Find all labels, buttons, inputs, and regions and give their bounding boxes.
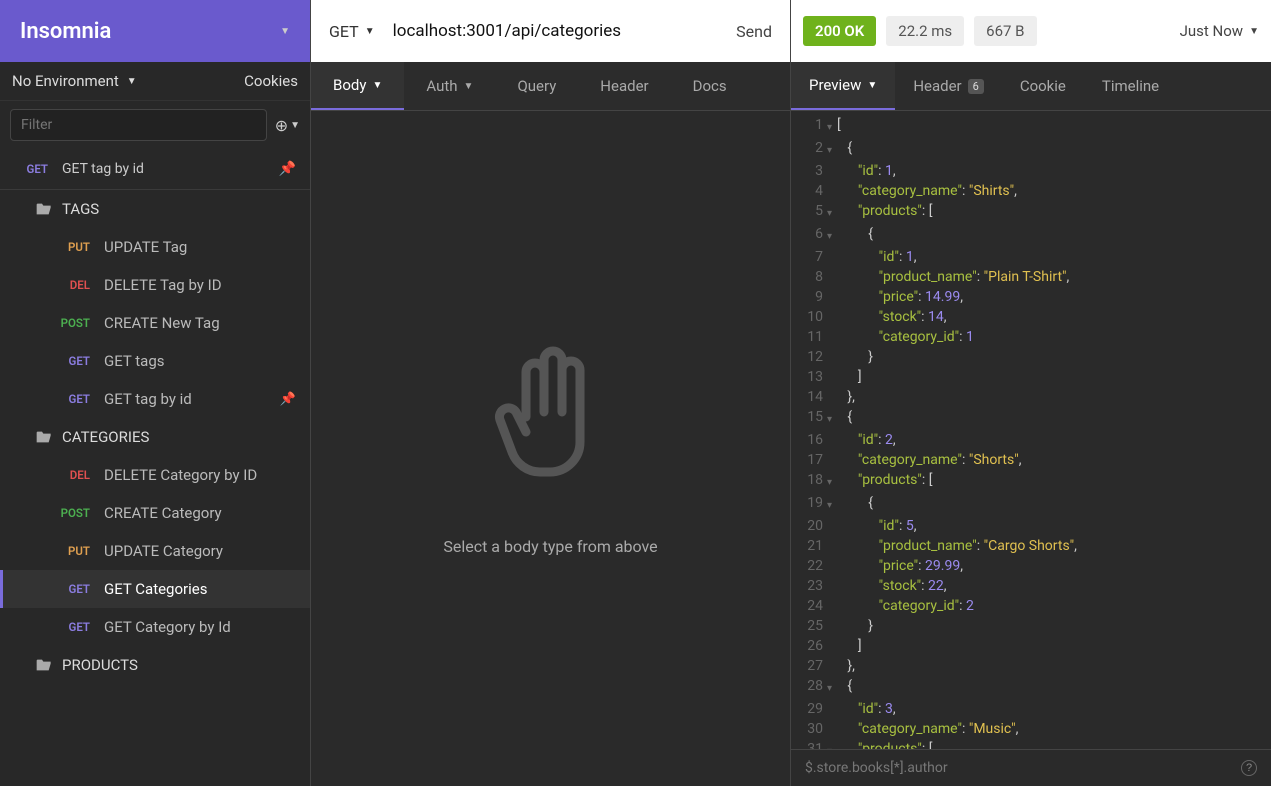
- new-request-button[interactable]: ⊕ ▼: [275, 116, 300, 135]
- caret-down-icon: ▼: [1249, 26, 1259, 37]
- folder-open-icon: [36, 430, 52, 444]
- body-placeholder-text: Select a body type from above: [443, 537, 657, 556]
- tab-resp-header[interactable]: Header6: [895, 62, 1002, 110]
- folder-tags[interactable]: TAGS: [0, 190, 310, 228]
- method-label: PUT: [56, 240, 90, 254]
- method-label: GET: [56, 354, 90, 368]
- method-label: DEL: [56, 278, 90, 292]
- request-panel: GET ▼ localhost:3001/api/categories Send…: [310, 0, 790, 786]
- method-label: GET: [329, 22, 359, 41]
- method-label: GET: [14, 162, 48, 176]
- environment-label: No Environment: [12, 72, 119, 90]
- request-name: UPDATE Tag: [104, 238, 187, 256]
- sidebar: Insomnia ▼ No Environment ▼ Cookies ⊕ ▼ …: [0, 0, 310, 786]
- hand-icon: [491, 342, 611, 507]
- tab-cookie[interactable]: Cookie: [1002, 62, 1084, 110]
- request-item[interactable]: POST CREATE New Tag: [0, 304, 310, 342]
- jsonpath-input[interactable]: $.store.books[*].author: [805, 760, 948, 776]
- method-label: GET: [56, 582, 90, 596]
- help-icon[interactable]: ?: [1241, 760, 1257, 776]
- caret-down-icon: ▼: [127, 76, 137, 87]
- caret-down-icon: ▼: [464, 81, 474, 92]
- request-name: GET tags: [104, 352, 165, 370]
- method-label: GET: [56, 620, 90, 634]
- request-name: UPDATE Category: [104, 542, 223, 560]
- caret-down-icon: ▼: [280, 26, 290, 37]
- filter-input[interactable]: [10, 109, 267, 141]
- folder-label: CATEGORIES: [62, 428, 149, 446]
- request-item[interactable]: GET GET tags: [0, 342, 310, 380]
- caret-down-icon: ▼: [372, 80, 382, 91]
- request-item[interactable]: GET GET Categories: [0, 570, 310, 608]
- request-item[interactable]: DEL DELETE Category by ID: [0, 456, 310, 494]
- tab-timeline[interactable]: Timeline: [1084, 62, 1177, 110]
- method-label: DEL: [56, 468, 90, 482]
- history-dropdown[interactable]: Just Now ▼: [1180, 22, 1259, 40]
- tab-body[interactable]: Body▼: [311, 62, 404, 110]
- request-name: CREATE Category: [104, 504, 222, 522]
- size-badge: 667 B: [974, 16, 1036, 46]
- request-item[interactable]: DEL DELETE Tag by ID: [0, 266, 310, 304]
- request-item[interactable]: PUT UPDATE Tag: [0, 228, 310, 266]
- response-body-viewer[interactable]: 1▾[2▾ {3 "id": 1,4 "category_name": "Shi…: [791, 111, 1271, 749]
- caret-down-icon: ▼: [365, 26, 375, 37]
- pin-icon: 📌: [280, 392, 296, 407]
- send-button[interactable]: Send: [736, 22, 772, 41]
- tab-query[interactable]: Query: [495, 62, 578, 110]
- pinned-request[interactable]: GET GET tag by id 📌: [0, 149, 310, 190]
- method-label: POST: [56, 316, 90, 330]
- header-count-badge: 6: [968, 79, 984, 94]
- folder-open-icon: [36, 202, 52, 216]
- folder-label: PRODUCTS: [62, 656, 138, 674]
- method-label: PUT: [56, 544, 90, 558]
- brand-title: Insomnia: [20, 19, 111, 44]
- tab-header[interactable]: Header: [578, 62, 670, 110]
- folder-products[interactable]: PRODUCTS: [0, 646, 310, 684]
- status-badge: 200 OK: [803, 16, 876, 46]
- request-name: GET tag by id: [62, 161, 144, 177]
- caret-down-icon: ▼: [867, 80, 877, 91]
- request-item[interactable]: PUT UPDATE Category: [0, 532, 310, 570]
- environment-dropdown[interactable]: No Environment ▼: [12, 72, 137, 90]
- folder-open-icon: [36, 658, 52, 672]
- tab-docs[interactable]: Docs: [671, 62, 749, 110]
- request-name: GET Category by Id: [104, 618, 231, 636]
- request-item[interactable]: POST CREATE Category: [0, 494, 310, 532]
- pin-icon: 📌: [279, 161, 296, 177]
- folder-categories[interactable]: CATEGORIES: [0, 418, 310, 456]
- cookies-button[interactable]: Cookies: [244, 72, 298, 90]
- request-name: DELETE Category by ID: [104, 466, 257, 484]
- response-panel: 200 OK 22.2 ms 667 B Just Now ▼ Preview▼…: [790, 0, 1271, 786]
- method-label: GET: [56, 392, 90, 406]
- request-name: GET Categories: [104, 580, 207, 598]
- request-item[interactable]: GET GET tag by id 📌: [0, 380, 310, 418]
- request-name: DELETE Tag by ID: [104, 276, 222, 294]
- workspace-dropdown[interactable]: Insomnia ▼: [0, 0, 310, 62]
- request-name: GET tag by id: [104, 390, 192, 408]
- time-badge: 22.2 ms: [886, 16, 964, 46]
- tab-auth[interactable]: Auth▼: [404, 62, 495, 110]
- folder-label: TAGS: [62, 200, 99, 218]
- request-item[interactable]: GET GET Category by Id: [0, 608, 310, 646]
- method-label: POST: [56, 506, 90, 520]
- request-name: CREATE New Tag: [104, 314, 220, 332]
- url-input[interactable]: localhost:3001/api/categories: [393, 21, 719, 41]
- method-dropdown[interactable]: GET ▼: [329, 22, 375, 41]
- tab-preview[interactable]: Preview▼: [791, 62, 895, 110]
